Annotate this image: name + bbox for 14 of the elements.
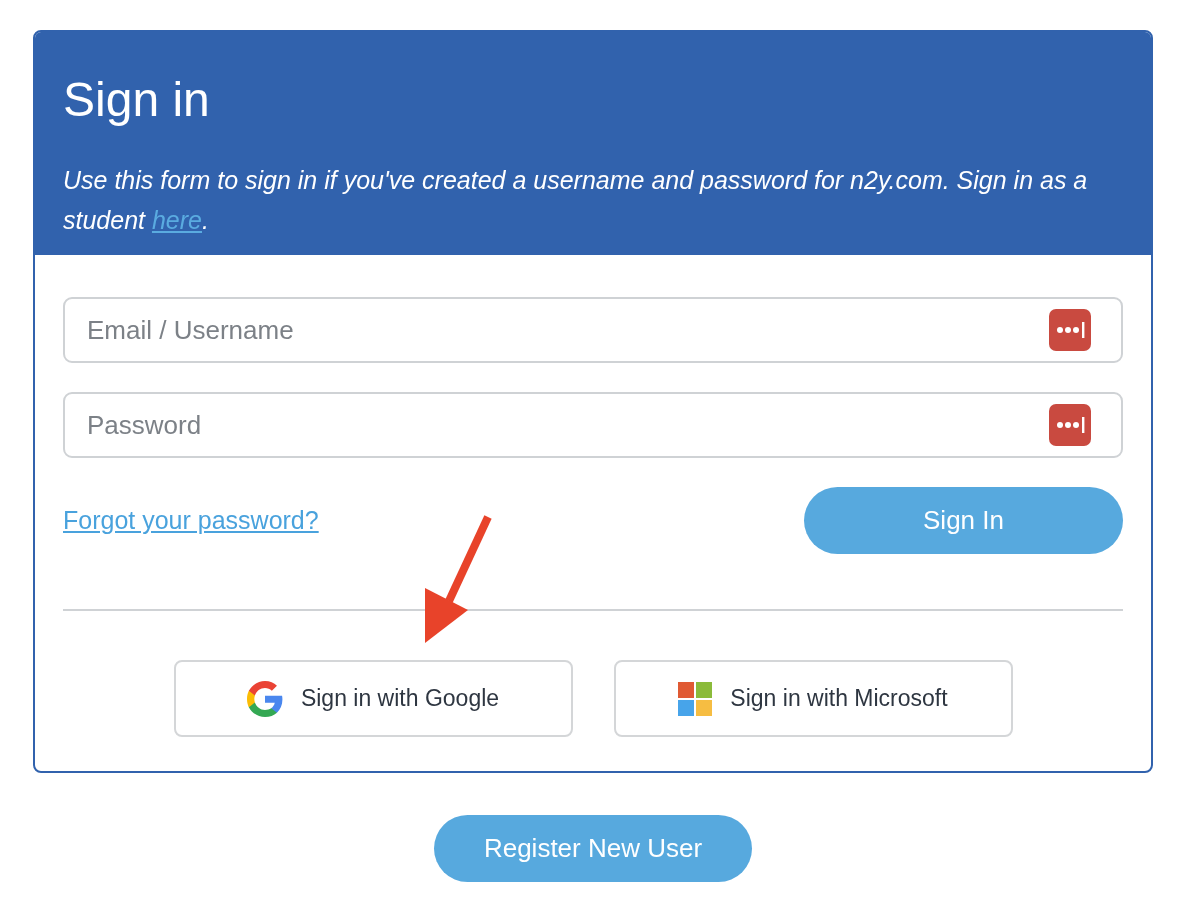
four-squares-icon xyxy=(678,681,713,716)
google-sign-in-button[interactable]: Sign in with Google xyxy=(173,660,573,737)
forgot-password-link[interactable]: Forgot your password? xyxy=(63,501,319,540)
form-title: Sign in xyxy=(63,72,211,128)
password-dots-icon xyxy=(1049,309,1091,351)
student-link[interactable]: here xyxy=(151,206,202,234)
sign-in-button[interactable]: Sign In xyxy=(804,487,1123,554)
intro-text: Use this form to sign in if you've created a username and password for n2y.com. Sign in as a student here. xyxy=(63,165,1089,236)
username-field[interactable]: Email / Username xyxy=(63,297,1123,363)
password-field[interactable]: Password xyxy=(63,392,1123,458)
password-dots-icon xyxy=(1049,404,1091,446)
register-button[interactable]: Register New User xyxy=(434,815,752,882)
google-g-icon xyxy=(246,680,283,717)
microsoft-sign-in-button[interactable]: Sign in with Microsoft xyxy=(613,660,1013,737)
